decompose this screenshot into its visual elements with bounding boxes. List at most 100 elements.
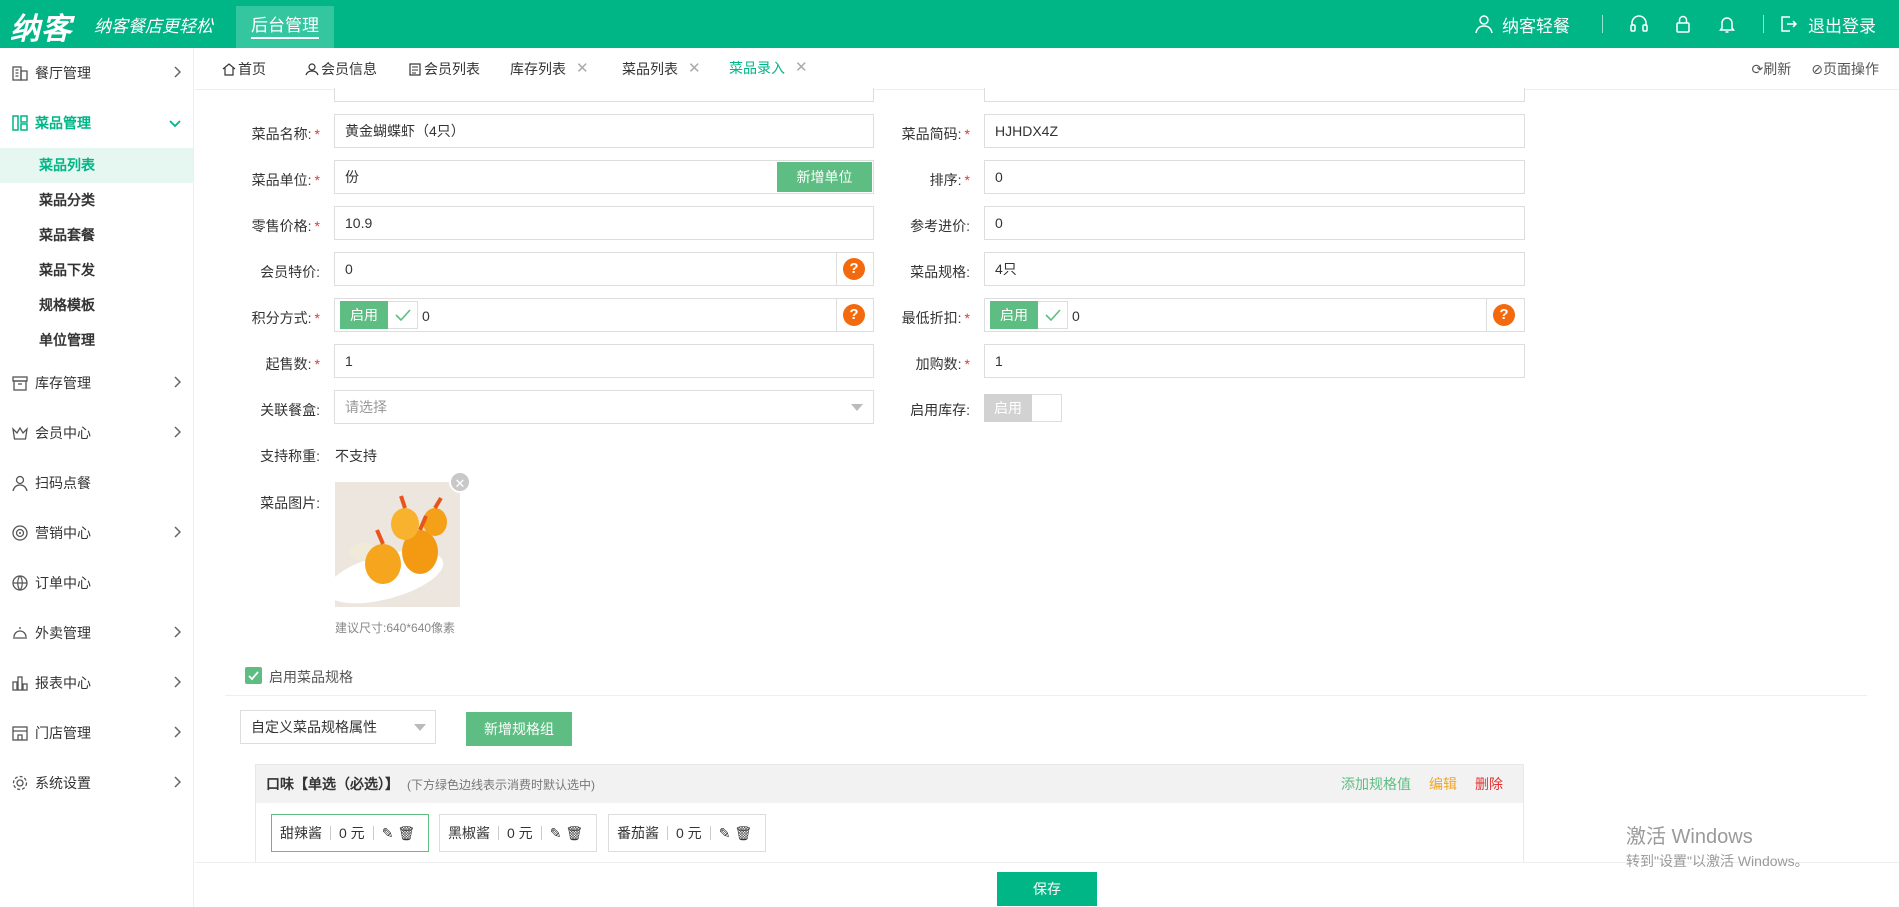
user-menu[interactable]: 纳客轻餐	[1474, 12, 1570, 37]
ref-price-input[interactable]: 0	[984, 206, 1525, 240]
sidebar-item-label: 系统设置	[35, 775, 91, 791]
top-header: 纳客 纳客餐店更轻松 后台管理 纳客轻餐 退出登录	[0, 0, 1899, 48]
edit-icon[interactable]: ✎	[719, 825, 731, 842]
sidebar-item-reports[interactable]: 报表中心	[0, 658, 193, 708]
page-ops-button[interactable]: ⊘页面操作	[1811, 59, 1879, 79]
scrolled-field	[334, 88, 874, 102]
retail-price-input[interactable]: 10.9	[334, 206, 874, 240]
help-icon[interactable]: ?	[1493, 304, 1515, 326]
points-value[interactable]: 0	[422, 308, 430, 324]
spec-attr-select[interactable]: 自定义菜品规格属性	[240, 710, 436, 744]
store-icon	[12, 726, 28, 741]
chevron-right-icon	[174, 376, 181, 388]
dish-code-input[interactable]: HJHDX4Z	[984, 114, 1525, 148]
logout-button[interactable]: 退出登录	[1778, 12, 1876, 37]
tab-member-list[interactable]: 会员列表	[408, 48, 480, 90]
points-mode-label: 积分方式: *	[251, 310, 320, 326]
building-icon	[12, 66, 28, 81]
brand-slogan: 纳客餐店更轻松	[94, 17, 213, 37]
caret-down-icon	[414, 724, 426, 731]
spec-value-chip[interactable]: 番茄酱 0 元 ✎ 🗑	[608, 814, 766, 852]
tab-stock-list[interactable]: 库存列表 ✕	[510, 48, 589, 90]
save-button[interactable]: 保存	[997, 872, 1097, 906]
sidebar-item-stock[interactable]: 库存管理	[0, 358, 193, 408]
toggle-off-label: 启用	[984, 394, 1032, 422]
sidebar-item-dishes[interactable]: 菜品管理	[0, 98, 193, 148]
sidebar-sub-dish-list[interactable]: 菜品列表	[0, 148, 193, 183]
sidebar-item-label: 报表中心	[35, 675, 91, 691]
refresh-button[interactable]: ⟳刷新	[1752, 59, 1792, 79]
close-icon[interactable]: ✕	[576, 48, 589, 90]
sidebar-sub-dish-distribute[interactable]: 菜品下发	[0, 253, 193, 288]
trash-icon[interactable]: 🗑	[734, 825, 752, 842]
box-icon	[12, 376, 28, 391]
bell-icon[interactable]	[1717, 14, 1737, 34]
chevron-right-icon	[174, 426, 181, 438]
add-buy-input[interactable]: 1	[984, 344, 1525, 378]
add-spec-value-button[interactable]: 添加规格值	[1341, 774, 1411, 794]
dish-name-input[interactable]: 黄金蝴蝶虾（4只）	[334, 114, 874, 148]
user-icon	[305, 63, 319, 76]
sidebar-sub-dish-category[interactable]: 菜品分类	[0, 183, 193, 218]
discount-value[interactable]: 0	[1072, 308, 1080, 324]
sort-input[interactable]: 0	[984, 160, 1525, 194]
spec-value-chip[interactable]: 甜辣酱 0 元 ✎ 🗑	[271, 814, 429, 852]
spec-value-price: 0 元	[507, 825, 533, 841]
sidebar-item-marketing[interactable]: 营销中心	[0, 508, 193, 558]
edit-icon[interactable]: ✎	[382, 825, 394, 842]
delete-spec-button[interactable]: 删除	[1475, 774, 1503, 794]
tab-member-info[interactable]: 会员信息	[305, 48, 377, 90]
chevron-right-icon	[174, 626, 181, 638]
tab-home[interactable]: 首页	[222, 48, 266, 90]
grid-icon	[12, 115, 28, 131]
backend-tab[interactable]: 后台管理	[236, 6, 334, 48]
sidebar-item-orders[interactable]: 订单中心	[0, 558, 193, 608]
sidebar-item-stores[interactable]: 门店管理	[0, 708, 193, 758]
sidebar-sub-spec-template[interactable]: 规格模板	[0, 288, 193, 323]
trash-icon[interactable]: 🗑	[397, 825, 415, 842]
logout-icon	[1781, 16, 1798, 32]
chevron-down-icon	[169, 120, 181, 127]
trash-icon[interactable]: 🗑	[565, 825, 583, 842]
points-toggle[interactable]: 启用	[340, 301, 418, 329]
sidebar-sub-unit-manage[interactable]: 单位管理	[0, 323, 193, 358]
image-size-hint: 建议尺寸:640*640像素	[335, 621, 456, 635]
sidebar-item-label: 库存管理	[35, 375, 91, 391]
person-icon	[12, 475, 28, 492]
backend-tab-label: 后台管理	[251, 16, 319, 39]
sidebar-item-member[interactable]: 会员中心	[0, 408, 193, 458]
remove-image-icon[interactable]: ✕	[449, 471, 471, 493]
dish-spec-input[interactable]: 4只	[984, 252, 1525, 286]
header-tools: 纳客轻餐 退出登录	[1474, 0, 1899, 48]
member-price-input[interactable]: 0	[334, 252, 874, 286]
close-icon[interactable]: ✕	[688, 48, 701, 90]
chevron-right-icon	[174, 526, 181, 538]
dish-image-label: 菜品图片:	[260, 495, 320, 511]
enable-spec-label: 启用菜品规格	[269, 669, 353, 685]
stock-toggle[interactable]: 启用	[984, 394, 1062, 422]
close-icon[interactable]: ✕	[795, 47, 808, 89]
sidebar-item-scan-order[interactable]: 扫码点餐	[0, 458, 193, 508]
sidebar-item-delivery[interactable]: 外卖管理	[0, 608, 193, 658]
sidebar-item-restaurant[interactable]: 餐厅管理	[0, 48, 193, 98]
edit-icon[interactable]: ✎	[550, 825, 562, 842]
weigh-value: 不支持	[335, 448, 377, 464]
tab-dish-entry[interactable]: 菜品录入 ✕	[719, 48, 818, 90]
add-spec-group-button[interactable]: 新增规格组	[466, 712, 572, 746]
clipboard-icon	[409, 63, 421, 76]
sidebar-item-settings[interactable]: 系统设置	[0, 758, 193, 808]
dish-name-label: 菜品名称: *	[251, 126, 320, 142]
dish-unit-label: 菜品单位: *	[251, 172, 320, 188]
sidebar: 餐厅管理 菜品管理 菜品列表 菜品分类 菜品套餐 菜品下发 规格模板 单位管理 …	[0, 48, 194, 907]
lock-icon[interactable]	[1673, 14, 1693, 34]
edit-spec-button[interactable]: 编辑	[1429, 774, 1457, 794]
min-sale-input[interactable]: 1	[334, 344, 874, 378]
enable-spec-checkbox[interactable]	[245, 667, 262, 684]
sidebar-sub-dish-combo[interactable]: 菜品套餐	[0, 218, 193, 253]
tab-dish-list[interactable]: 菜品列表 ✕	[622, 48, 701, 90]
headset-icon[interactable]	[1629, 14, 1649, 34]
dish-image[interactable]	[335, 482, 460, 607]
discount-toggle[interactable]: 启用	[990, 301, 1068, 329]
box-select[interactable]: 请选择	[334, 390, 874, 424]
spec-value-chip[interactable]: 黑椒酱 0 元 ✎ 🗑	[439, 814, 597, 852]
